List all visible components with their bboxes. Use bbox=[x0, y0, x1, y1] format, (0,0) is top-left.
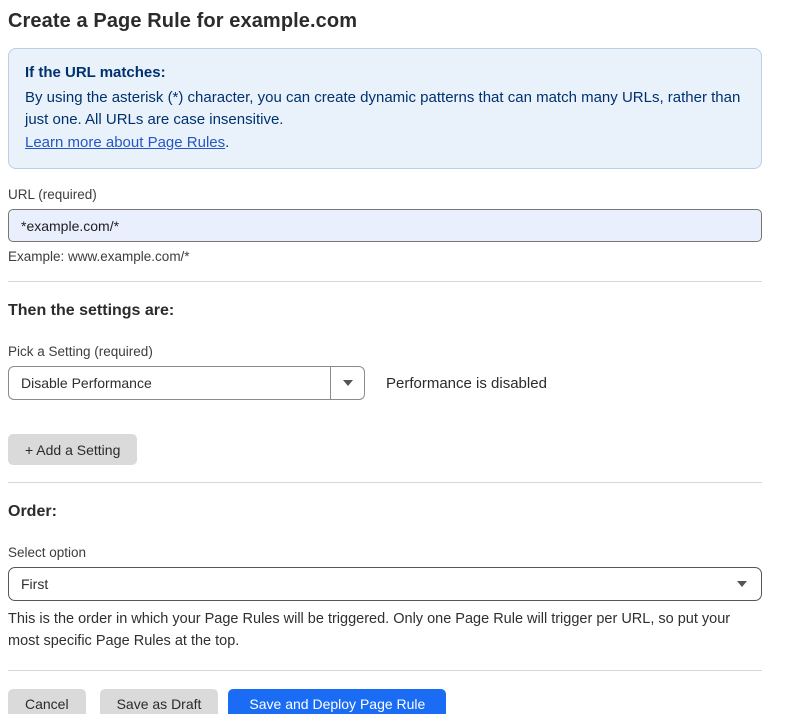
url-field-label: URL (required) bbox=[8, 187, 762, 202]
add-setting-button[interactable]: + Add a Setting bbox=[8, 434, 137, 465]
learn-more-link[interactable]: Learn more about Page Rules bbox=[25, 134, 225, 151]
page-title: Create a Page Rule for example.com bbox=[8, 10, 762, 33]
save-and-deploy-button[interactable]: Save and Deploy Page Rule bbox=[228, 689, 446, 714]
order-select[interactable]: First bbox=[8, 567, 762, 601]
order-select-label: Select option bbox=[8, 545, 762, 560]
chevron-down-icon bbox=[343, 380, 353, 386]
setting-status-text: Performance is disabled bbox=[386, 375, 547, 392]
setting-select[interactable]: Disable Performance bbox=[8, 366, 365, 400]
link-suffix: . bbox=[225, 134, 229, 151]
order-section-heading: Order: bbox=[8, 503, 762, 521]
url-example-text: Example: www.example.com/* bbox=[8, 249, 762, 264]
order-help-text: This is the order in which your Page Rul… bbox=[8, 608, 760, 653]
info-box-body: By using the asterisk (*) character, you… bbox=[25, 87, 745, 132]
setting-select-value: Disable Performance bbox=[9, 367, 330, 399]
create-page-rule-form: Create a Page Rule for example.com If th… bbox=[0, 0, 762, 714]
form-actions: Cancel Save as Draft Save and Deploy Pag… bbox=[8, 689, 762, 714]
url-input[interactable] bbox=[8, 209, 762, 242]
pick-setting-label: Pick a Setting (required) bbox=[8, 344, 762, 359]
divider bbox=[8, 670, 762, 671]
setting-select-arrow-button[interactable] bbox=[330, 367, 364, 399]
info-box-heading: If the URL matches: bbox=[25, 62, 745, 85]
save-as-draft-button[interactable]: Save as Draft bbox=[100, 689, 219, 714]
settings-section-heading: Then the settings are: bbox=[8, 302, 762, 320]
cancel-button[interactable]: Cancel bbox=[8, 689, 86, 714]
order-select-value: First bbox=[21, 576, 737, 592]
divider bbox=[8, 281, 762, 282]
url-match-info-box: If the URL matches: By using the asteris… bbox=[8, 48, 762, 169]
chevron-down-icon bbox=[737, 581, 747, 587]
divider bbox=[8, 482, 762, 483]
setting-row: Disable Performance Performance is disab… bbox=[8, 366, 762, 400]
info-box-link-line: Learn more about Page Rules. bbox=[25, 132, 745, 155]
